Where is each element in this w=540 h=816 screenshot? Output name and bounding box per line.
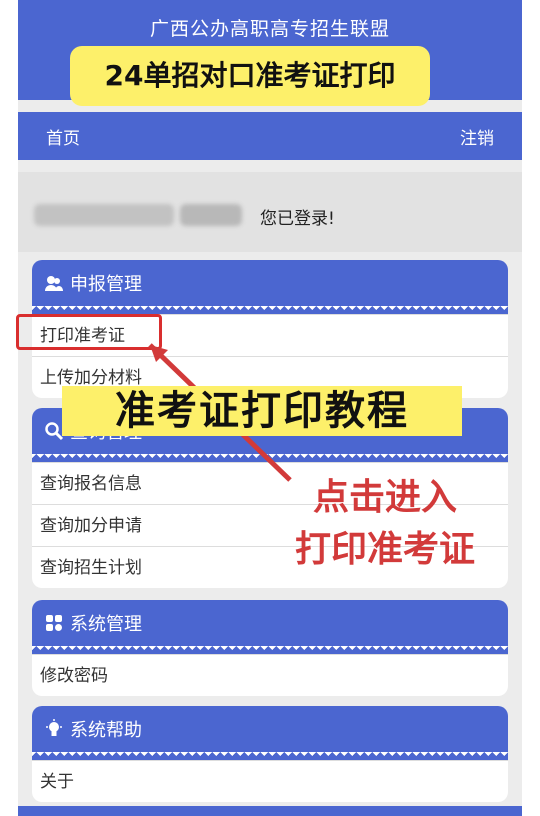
annotation-line-2: 打印准考证 [294, 529, 475, 570]
annotation-text: 点击进入 打印准考证 [250, 472, 520, 576]
tutorial-title: 准考证打印教程 [62, 386, 462, 436]
annotation-line-1: 点击进入 [312, 477, 457, 518]
